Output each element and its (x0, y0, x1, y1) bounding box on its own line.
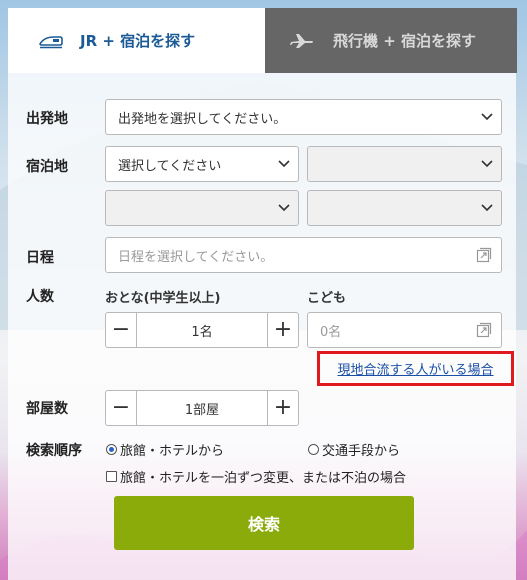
rooms-value: 1部屋 (137, 390, 267, 426)
adults-value: 1名 (137, 312, 267, 348)
children-value: 0名 (320, 324, 342, 340)
sort-option-lodging[interactable]: 旅館・ホテルから (106, 440, 224, 459)
departure-label: 出発地 (26, 111, 68, 127)
train-icon (38, 33, 64, 49)
lodging-select-1-value: 選択してください (118, 158, 222, 174)
search-button[interactable]: 検索 (114, 496, 414, 550)
sort-option-transport-label: 交通手段から (322, 444, 401, 459)
children-input[interactable]: 0名 (307, 312, 502, 348)
lodging-select-3[interactable] (105, 190, 299, 226)
people-label: 人数 (26, 289, 54, 305)
lodging-select-2[interactable] (307, 146, 502, 182)
departure-select-value: 出発地を選択してください。 (118, 111, 287, 127)
children-label: こども (307, 291, 347, 306)
adults-stepper: − 1名 + (105, 312, 299, 348)
per-night-change-label: 旅館・ホテルを一泊ずつ変更、または不泊の場合 (120, 471, 407, 486)
sort-option-lodging-label: 旅館・ホテルから (120, 444, 225, 459)
adults-plus-button[interactable]: + (267, 312, 299, 348)
radio-selected-icon (106, 444, 117, 455)
search-panel (8, 8, 516, 580)
date-input[interactable]: 日程を選択してください。 (105, 237, 502, 273)
date-input-placeholder: 日程を選択してください。 (118, 249, 274, 265)
tab-air-lodging[interactable]: 飛行機 + 宿泊を探す (265, 8, 517, 73)
per-night-change-checkbox[interactable]: 旅館・ホテルを一泊ずつ変更、または不泊の場合 (106, 467, 406, 486)
checkbox-icon (106, 471, 117, 482)
airplane-icon (289, 33, 315, 49)
chevron-down-icon (270, 204, 298, 212)
adults-label: おとな(中学生以上) (105, 291, 221, 306)
calendar-picker-icon (467, 247, 501, 263)
rooms-label: 部屋数 (26, 401, 68, 417)
rooms-plus-button[interactable]: + (267, 390, 299, 426)
sort-label: 検索順序 (26, 443, 82, 459)
lodging-select-1[interactable]: 選択してください (105, 146, 299, 182)
tab-jr-label: JR + 宿泊を探す (80, 32, 196, 50)
lodging-select-4[interactable] (307, 190, 502, 226)
rooms-minus-button[interactable]: − (105, 390, 137, 426)
chevron-down-icon (473, 204, 501, 212)
tab-jr-lodging[interactable]: JR + 宿泊を探す (8, 8, 265, 73)
departure-select[interactable]: 出発地を選択してください。 (105, 99, 502, 135)
date-label: 日程 (26, 250, 54, 266)
popup-open-icon (467, 322, 501, 338)
chevron-down-icon (473, 160, 501, 168)
sort-option-transport[interactable]: 交通手段から (308, 440, 400, 459)
join-later-highlight: 現地合流する人がいる場合 (317, 351, 514, 386)
search-tabs: JR + 宿泊を探す 飛行機 + 宿泊を探す (8, 8, 517, 73)
lodging-label: 宿泊地 (26, 159, 68, 175)
tab-air-label: 飛行機 + 宿泊を探す (333, 32, 477, 50)
chevron-down-icon (473, 113, 501, 121)
join-later-link[interactable]: 現地合流する人がいる場合 (337, 359, 493, 378)
radio-unselected-icon (308, 444, 319, 455)
rooms-stepper: − 1部屋 + (105, 390, 299, 426)
adults-minus-button[interactable]: − (105, 312, 137, 348)
chevron-down-icon (270, 160, 298, 168)
